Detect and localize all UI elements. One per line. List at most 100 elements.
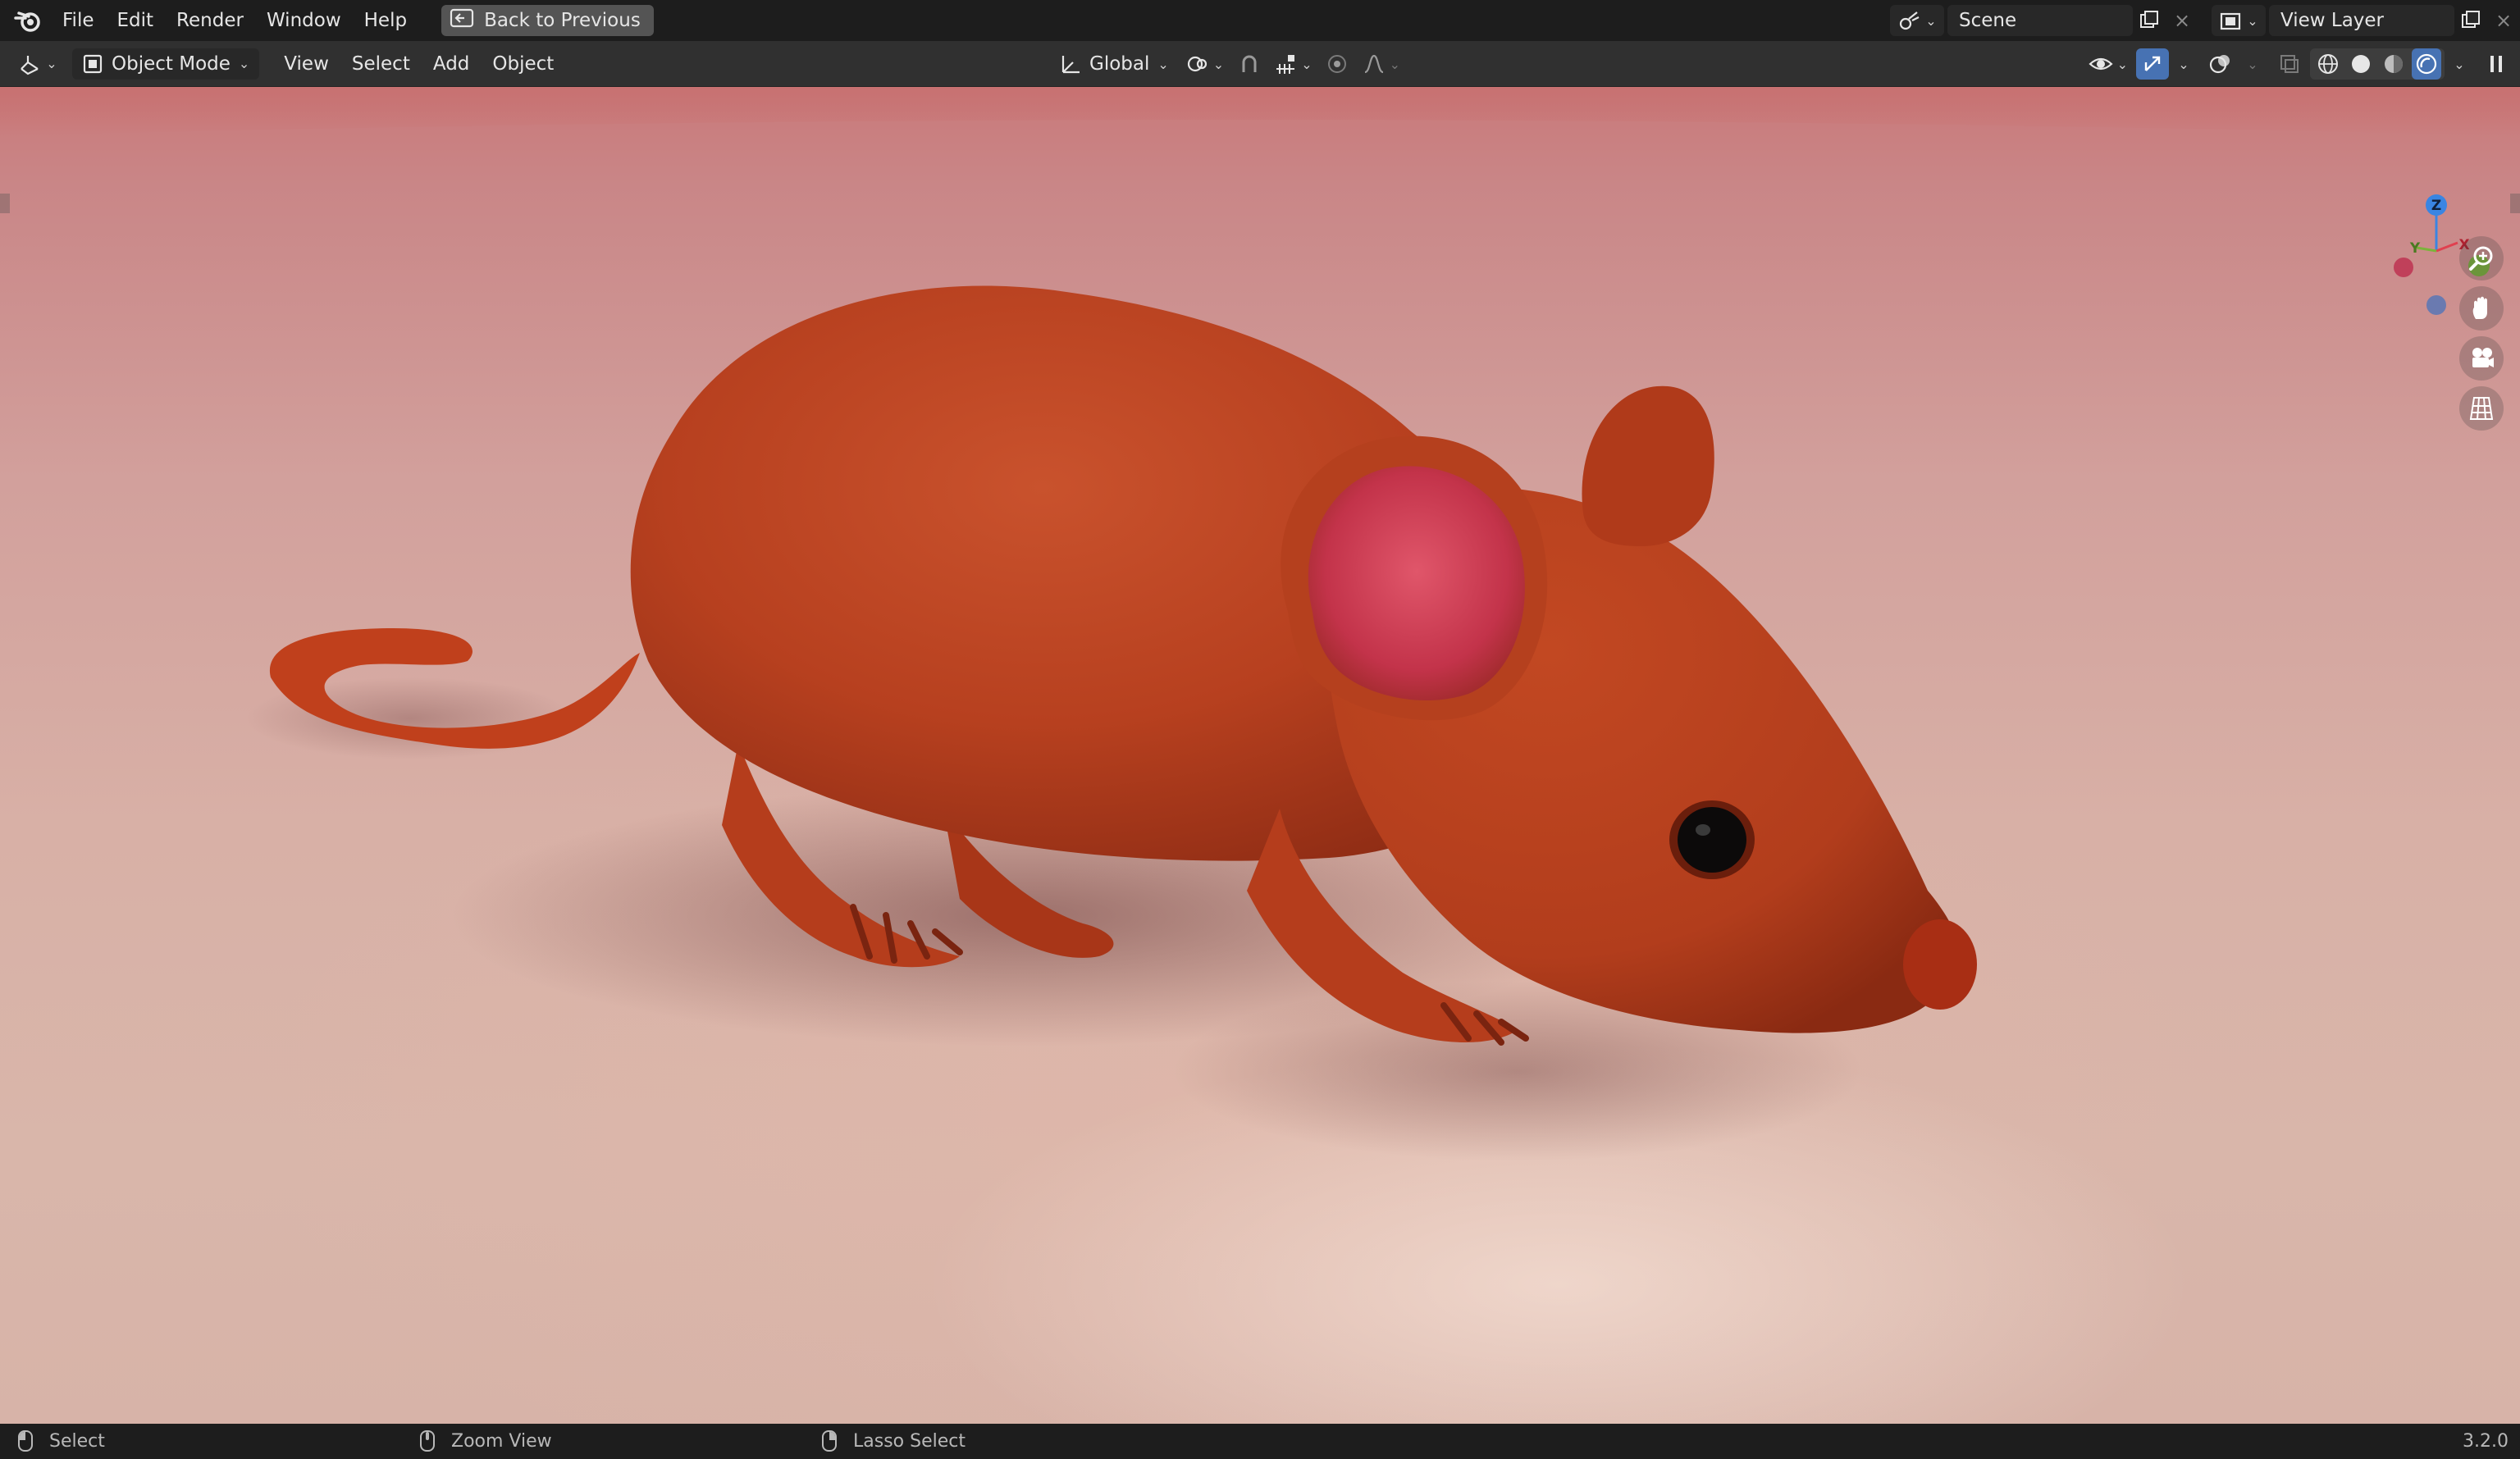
view-layer-name-field[interactable]: View Layer (2269, 5, 2454, 36)
gizmo-options-dropdown[interactable]: ⌄ (2172, 48, 2195, 80)
overlay-icon (2209, 55, 2230, 74)
delete-scene-button[interactable]: × (2166, 5, 2198, 36)
pause-icon (2490, 56, 2502, 72)
menu-object[interactable]: Object (481, 48, 565, 80)
chevron-down-icon: ⌄ (1157, 56, 1169, 72)
chevron-down-icon: ⌄ (1212, 56, 1225, 72)
pan-hand-icon (2472, 296, 2487, 319)
gizmo-y-label: Y (2409, 240, 2421, 257)
mouse-right-icon (822, 1430, 837, 1452)
snap-increment-icon (1276, 55, 1295, 74)
object-visibility-dropdown[interactable]: ⌄ (2083, 48, 2133, 80)
duplicate-icon (2462, 11, 2480, 28)
chevron-down-icon: ⌄ (1389, 56, 1400, 72)
top-menu-bar: File Edit Render Window Help Back to Pre… (0, 0, 2520, 41)
new-scene-button[interactable] (2133, 5, 2166, 36)
status-middle-mouse: Zoom View (420, 1430, 552, 1452)
pan-button[interactable] (2459, 286, 2504, 331)
xray-icon (2280, 55, 2299, 73)
overlay-toggle[interactable] (2203, 48, 2238, 80)
menu-edit[interactable]: Edit (106, 4, 166, 37)
scene-icon (1900, 11, 1920, 30)
delete-view-layer-button[interactable]: × (2487, 5, 2520, 36)
duplicate-icon (2140, 11, 2158, 28)
snap-target-dropdown[interactable]: ⌄ (1270, 48, 1315, 80)
scene-name: Scene (1959, 10, 2017, 31)
pivot-icon (1187, 56, 1207, 72)
viewport-display-tools: ⌄ ⌄ ⌄ ⌄ (2083, 48, 2512, 80)
status-bar: Select Zoom View Lasso Select 3.2.0 (0, 1424, 2520, 1459)
toolbar-expand-arrow[interactable] (0, 194, 10, 213)
blender-version: 3.2.0 (2463, 1431, 2509, 1452)
chevron-down-icon: ⌄ (2178, 56, 2189, 72)
chevron-down-icon: ⌄ (2116, 56, 2128, 72)
mouse-middle-icon (420, 1430, 435, 1452)
ortho-toggle-button[interactable] (2459, 386, 2504, 431)
chevron-down-icon: ⌄ (46, 56, 57, 71)
pause-render-button[interactable] (2481, 48, 2512, 80)
gizmo-neg-z-axis[interactable] (2426, 295, 2446, 315)
scene-name-field[interactable]: Scene (1947, 5, 2133, 36)
rendered-scene (0, 87, 2520, 1161)
ear-right (1582, 385, 1714, 546)
shading-rendered-button[interactable] (2412, 48, 2441, 80)
shading-wire-icon (2318, 54, 2338, 74)
shading-material-icon (2385, 55, 2403, 73)
transform-orientation-dropdown[interactable]: Global ⌄ (1052, 48, 1176, 80)
mouse-nose (1903, 919, 1977, 1010)
chevron-down-icon: ⌄ (1301, 56, 1312, 72)
back-icon (450, 7, 474, 34)
transform-orientation-label: Global (1089, 53, 1150, 75)
scene-browse-dropdown[interactable]: ⌄ (1890, 5, 1944, 36)
menu-help[interactable]: Help (353, 4, 418, 37)
visibility-icon (2088, 57, 2113, 71)
shading-options-dropdown[interactable]: ⌄ (2448, 48, 2471, 80)
shading-material-button[interactable] (2379, 48, 2408, 80)
status-right-mouse-label: Lasso Select (853, 1430, 966, 1452)
new-view-layer-button[interactable] (2454, 5, 2487, 36)
falloff-curve-icon (1364, 54, 1384, 74)
gizmo-toggle[interactable] (2136, 48, 2169, 80)
pivot-point-dropdown[interactable]: ⌄ (1180, 48, 1229, 80)
chevron-down-icon: ⌄ (2247, 56, 2258, 72)
menu-window[interactable]: Window (255, 4, 353, 37)
status-left-mouse: Select (18, 1430, 105, 1452)
back-to-previous-button[interactable]: Back to Previous (441, 5, 654, 36)
shading-mode-group (2310, 48, 2445, 80)
proportional-falloff-dropdown[interactable]: ⌄ (1358, 48, 1404, 80)
menu-add[interactable]: Add (422, 48, 482, 80)
shading-wireframe-button[interactable] (2313, 48, 2343, 80)
3d-viewport[interactable]: Z X Y (0, 87, 2520, 1424)
horizon-band (0, 87, 2520, 136)
view-layer-name: View Layer (2280, 10, 2385, 31)
back-to-previous-label: Back to Previous (484, 10, 641, 31)
menu-select[interactable]: Select (340, 48, 422, 80)
status-left-mouse-label: Select (49, 1430, 105, 1452)
sidebar-expand-arrow[interactable] (2510, 194, 2520, 213)
status-middle-mouse-label: Zoom View (451, 1430, 552, 1452)
menu-file[interactable]: File (51, 4, 106, 37)
mouse-eye (1678, 807, 1746, 873)
view-layer-browse-dropdown[interactable]: ⌄ (2212, 5, 2266, 36)
camera-view-button[interactable] (2459, 336, 2504, 381)
overlay-options-dropdown[interactable]: ⌄ (2241, 48, 2264, 80)
editor-type-icon (21, 55, 39, 75)
mouse-left-icon (18, 1430, 33, 1452)
zoom-button[interactable] (2459, 236, 2504, 280)
chevron-down-icon: ⌄ (238, 56, 250, 71)
shading-solid-button[interactable] (2346, 48, 2376, 80)
proportional-edit-toggle[interactable] (1321, 48, 1354, 80)
menu-render[interactable]: Render (165, 4, 255, 37)
menu-view[interactable]: View (272, 48, 340, 80)
xray-toggle[interactable] (2272, 48, 2307, 80)
view-layer-icon (2221, 12, 2241, 30)
transform-tools: Global ⌄ ⌄ ⌄ ⌄ (1052, 48, 1404, 80)
blender-logo-icon[interactable] (5, 0, 51, 41)
snap-toggle[interactable] (1234, 48, 1265, 80)
close-icon: × (2173, 9, 2191, 32)
gizmo-neg-x-axis[interactable] (2394, 258, 2413, 277)
eye-highlight (1696, 824, 1710, 836)
editor-type-dropdown[interactable]: ⌄ (11, 48, 64, 80)
object-mode-dropdown[interactable]: Object Mode ⌄ (72, 48, 260, 80)
chevron-down-icon: ⌄ (2247, 12, 2258, 29)
